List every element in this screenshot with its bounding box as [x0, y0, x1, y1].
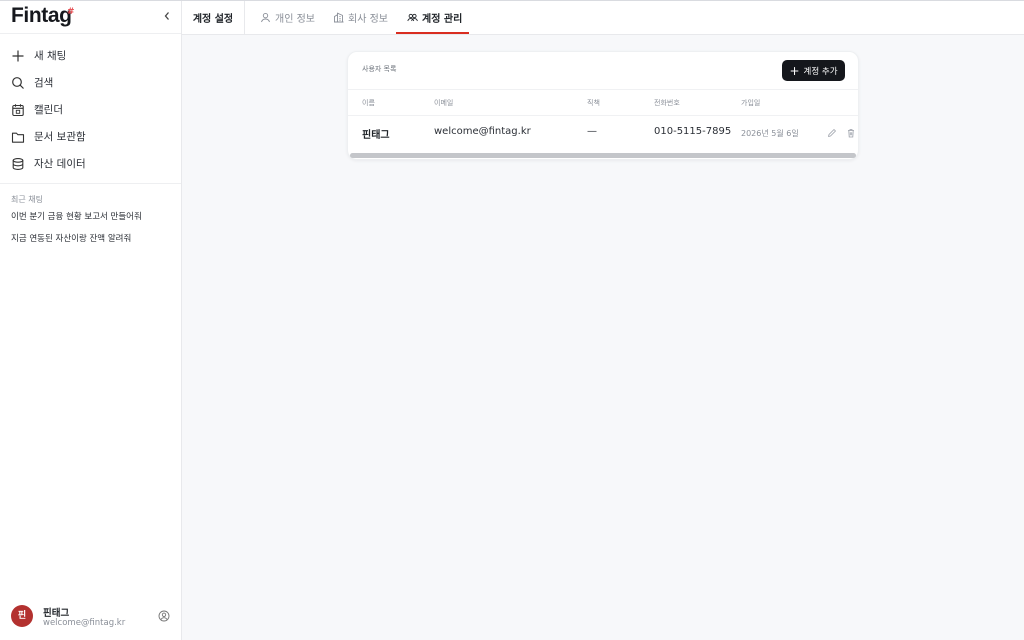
tab-company-info[interactable]: 회사 정보: [333, 1, 388, 34]
add-account-button[interactable]: + 계정 추가: [782, 60, 845, 81]
recent-chat-item[interactable]: 이번 분기 금융 현황 보고서 만들어줘: [0, 210, 181, 232]
tab-account-management[interactable]: 계정 관리: [407, 1, 462, 34]
building-icon: [334, 12, 344, 23]
card-header-divider: [348, 89, 858, 90]
recent-chats-label: 최근 채팅: [11, 195, 43, 204]
folder-icon: [11, 132, 25, 143]
plus-icon: +: [789, 63, 800, 78]
column-header-position: 직책: [587, 99, 600, 107]
cell-name: 핀태그: [362, 130, 390, 141]
card-title: 사용자 목록: [362, 65, 397, 73]
column-header-email: 이메일: [434, 99, 454, 107]
sidebar-item-new-chat[interactable]: 새 채팅: [0, 42, 181, 69]
user-name: 핀태그: [43, 608, 70, 619]
database-icon: [12, 157, 24, 170]
user-email: welcome@fintag.kr: [43, 618, 126, 628]
horizontal-scrollbar[interactable]: [350, 153, 856, 158]
logo-mark: #: [67, 7, 75, 17]
sidebar-item-label: 검색: [34, 77, 54, 89]
logo-row: Fintag #: [0, 1, 181, 34]
tab-label: 계정 관리: [422, 14, 463, 25]
recent-chat-item[interactable]: 지금 연동된 자산이랑 잔액 알려줘: [0, 232, 181, 254]
calendar-icon: [12, 103, 24, 116]
sidebar-item-label: 문서 보관함: [34, 131, 86, 143]
sidebar-item-label: 캘린더: [34, 104, 63, 116]
edit-icon[interactable]: [827, 128, 837, 138]
column-header-name: 이름: [362, 99, 375, 107]
user-circle-icon[interactable]: [158, 610, 170, 622]
settings-tabbar: 계정 설정 개인 정보 회사 정보 계정 관리: [182, 1, 1024, 35]
sidebar-item-calendar[interactable]: 캘린더: [0, 96, 181, 123]
tab-label: 회사 정보: [348, 14, 388, 25]
sidebar-item-documents[interactable]: 문서 보관함: [0, 123, 181, 150]
column-header-joined: 가입일: [741, 99, 761, 107]
chevron-left-icon: [164, 12, 169, 20]
sidebar-item-search[interactable]: 검색: [0, 69, 181, 96]
sidebar-item-label: 자산 데이터: [34, 158, 86, 170]
column-header-phone: 전화번호: [654, 99, 680, 107]
cell-joined: 2026년 5월 6일: [741, 129, 799, 138]
table-header-divider: [348, 115, 858, 116]
add-account-label: 계정 추가: [803, 66, 838, 77]
cell-email: welcome@fintag.kr: [434, 126, 531, 137]
sidebar-nav: 새 채팅 검색 캘린더 문서 보관함 자산 데이터: [0, 34, 181, 177]
page-title: 계정 설정: [182, 1, 245, 34]
active-tab-indicator: [396, 32, 469, 34]
sidebar-item-asset-data[interactable]: 자산 데이터: [0, 150, 181, 177]
avatar[interactable]: 핀: [11, 605, 33, 627]
search-icon: [12, 76, 24, 89]
user-icon: [261, 12, 270, 23]
user-profile: 핀 핀태그 welcome@fintag.kr: [0, 600, 181, 640]
user-list-card: 사용자 목록 + 계정 추가 이름 이메일 직책 전화번호 가입일 핀태그 we…: [347, 51, 859, 160]
cell-phone: 010-5115-7895: [654, 126, 732, 137]
plus-icon: [12, 50, 24, 61]
trash-icon[interactable]: [846, 128, 856, 138]
tab-personal-info[interactable]: 개인 정보: [260, 1, 315, 34]
users-icon: [407, 13, 418, 22]
sidebar-item-label: 새 채팅: [34, 50, 67, 62]
cell-position: —: [587, 126, 597, 137]
collapse-sidebar-button[interactable]: [160, 9, 174, 25]
sidebar: Fintag # 새 채팅 검색 캘린더 문서 보관함 자산 데이터 최근 채팅…: [0, 1, 182, 640]
tab-label: 개인 정보: [275, 14, 315, 25]
logo[interactable]: Fintag: [11, 4, 72, 28]
